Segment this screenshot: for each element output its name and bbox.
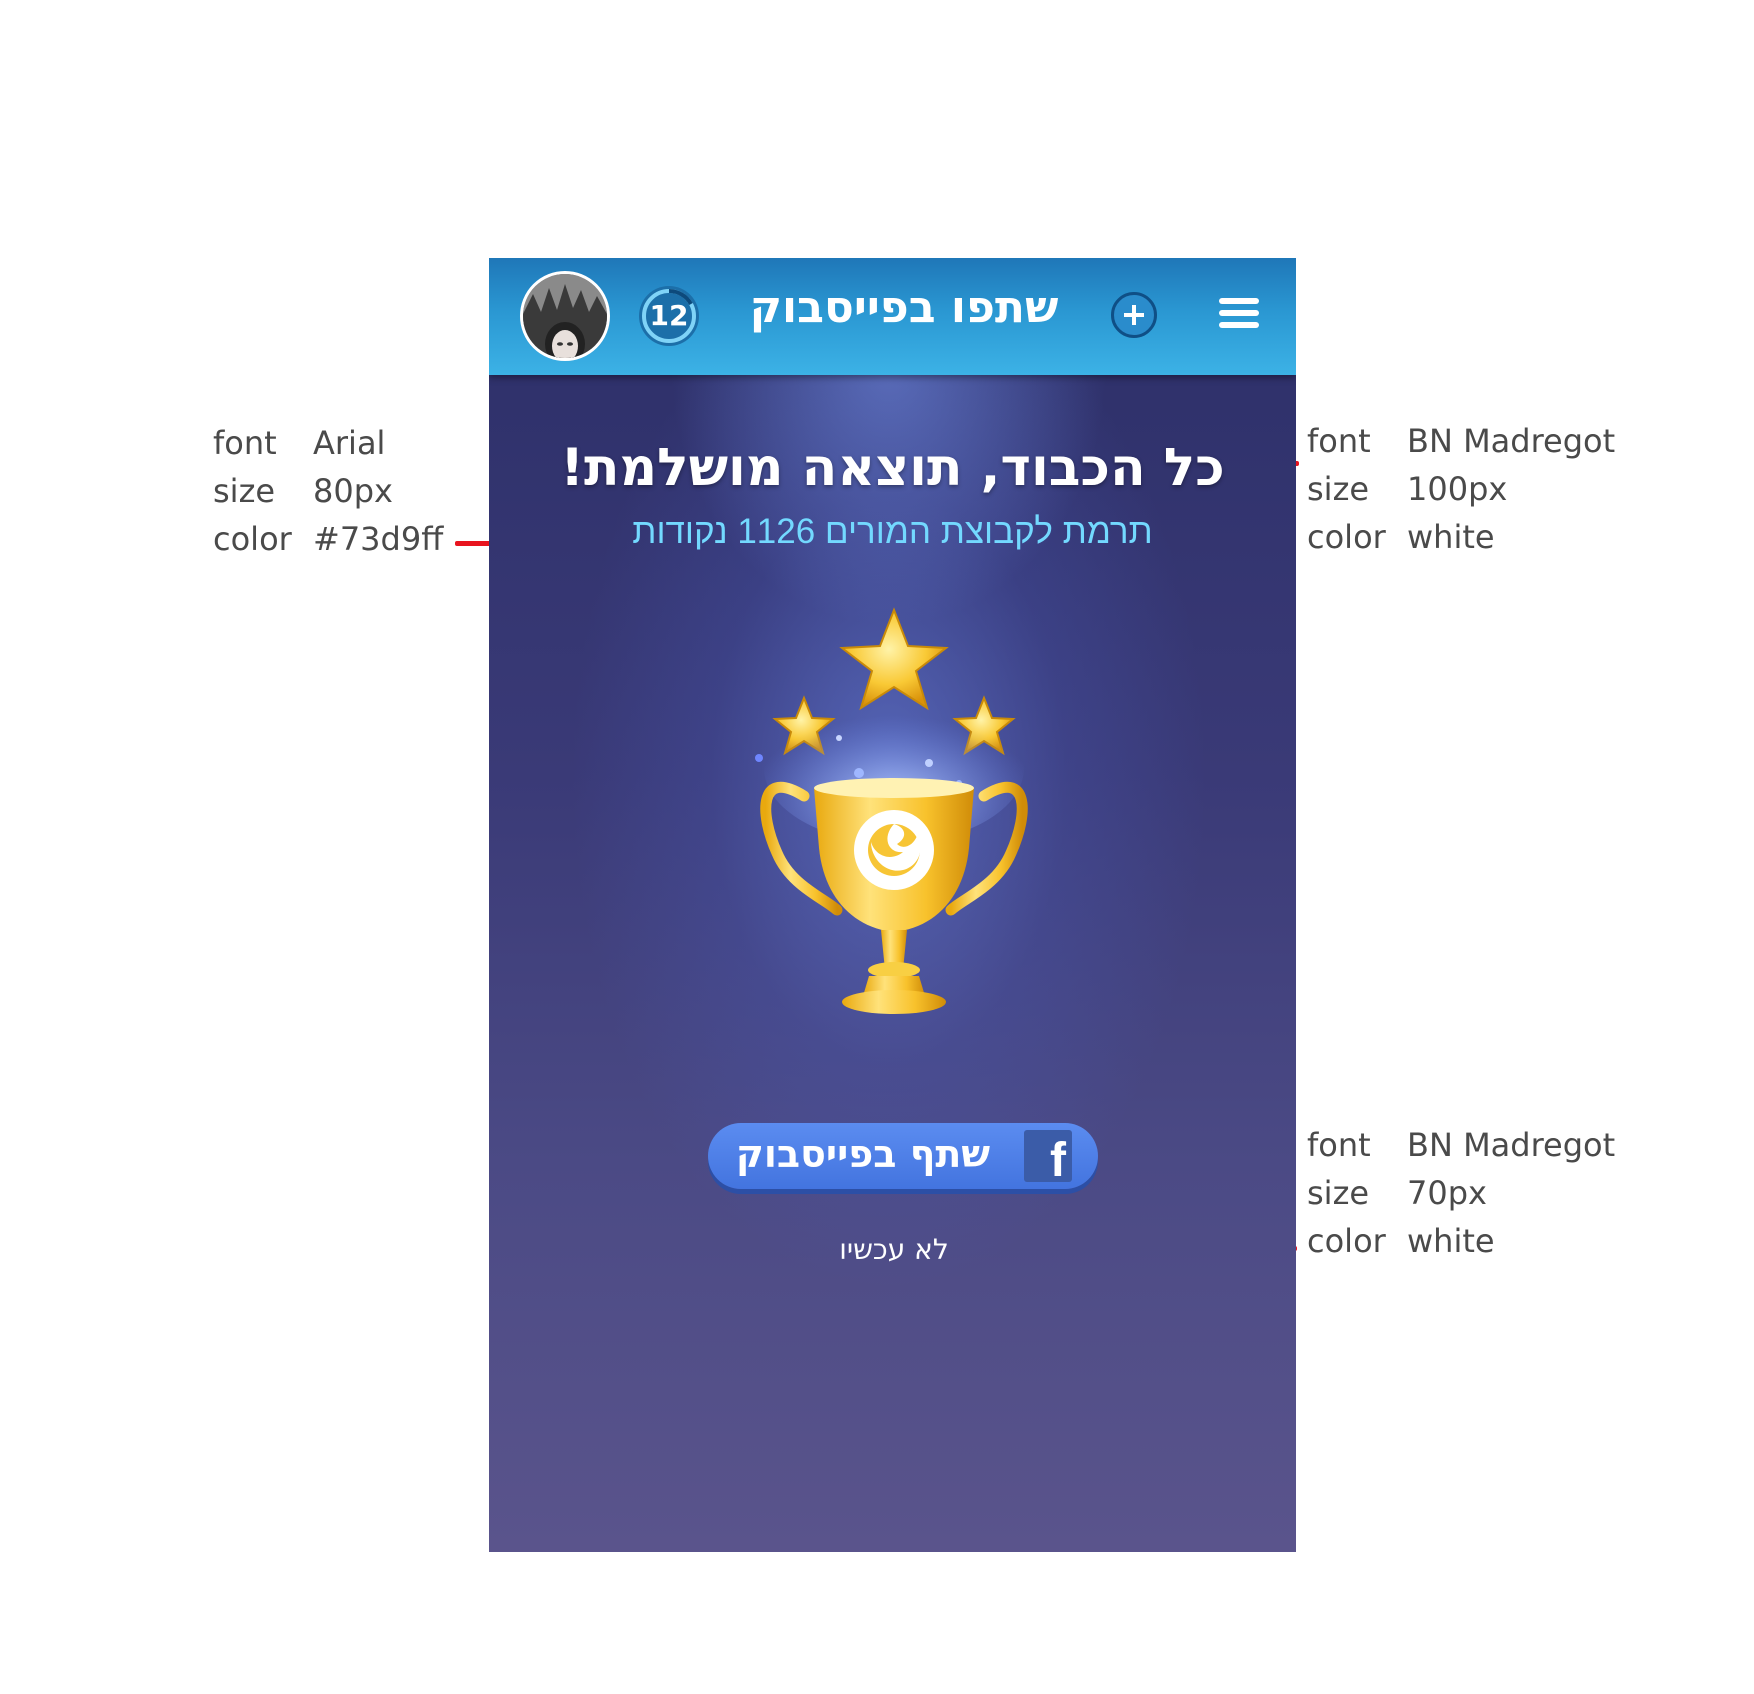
annotation-subheading: font Arial size 80px color #73d9ff bbox=[213, 419, 443, 563]
annotation-size-key: size bbox=[1307, 470, 1370, 508]
trophy-icon bbox=[755, 607, 1028, 1014]
annotation-size-value: 80px bbox=[313, 472, 393, 510]
annotation-heading: font BN Madregot size 100px color white bbox=[1307, 417, 1615, 561]
annotation-font-value: BN Madregot bbox=[1407, 1126, 1616, 1164]
annotation-color-key: color bbox=[1307, 1222, 1386, 1260]
menu-icon[interactable] bbox=[1219, 298, 1259, 334]
annotation-font-value: BN Madregot bbox=[1407, 422, 1616, 460]
points-subheading: תרמת לקבוצת המורים 1126 נקודות bbox=[632, 512, 1153, 551]
facebook-icon-letter: f bbox=[1050, 1134, 1066, 1182]
annotation-skip-link: font BN Madregot size 70px color white bbox=[1307, 1121, 1615, 1265]
annotation-size-value: 70px bbox=[1407, 1174, 1487, 1212]
annotation-font-key: font bbox=[1307, 1126, 1371, 1164]
page-title: שתפו בפייסבוק bbox=[749, 282, 1059, 333]
level-counter-value: 12 bbox=[649, 299, 689, 332]
avatar[interactable] bbox=[520, 271, 610, 361]
annotation-font-value: Arial bbox=[313, 424, 386, 462]
annotation-color-value: #73d9ff bbox=[313, 520, 444, 558]
share-facebook-button[interactable]: שתף בפייסבוק f bbox=[708, 1123, 1098, 1189]
annotation-color-key: color bbox=[1307, 518, 1386, 556]
level-counter-icon[interactable]: 12 bbox=[639, 286, 699, 346]
annotation-size-key: size bbox=[1307, 1174, 1370, 1212]
annotation-color-value: white bbox=[1407, 518, 1495, 556]
annotation-font-key: font bbox=[1307, 422, 1371, 460]
congrats-heading: כל הכבוד, תוצאה מושלמת! bbox=[560, 438, 1225, 498]
annotation-size-value: 100px bbox=[1407, 470, 1508, 508]
plus-icon[interactable] bbox=[1111, 292, 1157, 338]
top-bar: 12 שתפו בפייסבוק bbox=[489, 258, 1296, 375]
share-facebook-label: שתף בפייסבוק bbox=[735, 1132, 991, 1176]
not-now-link[interactable]: לא עכשיו bbox=[739, 1233, 1049, 1266]
facebook-icon: f bbox=[1024, 1130, 1072, 1182]
annotation-font-key: font bbox=[213, 424, 277, 462]
annotation-size-key: size bbox=[213, 472, 276, 510]
top-glow bbox=[669, 368, 1109, 628]
annotation-color-value: white bbox=[1407, 1222, 1495, 1260]
annotation-color-key: color bbox=[213, 520, 292, 558]
phone-screen: 12 שתפו בפייסבוק כל הכבוד, תוצאה מושלמת!… bbox=[489, 258, 1296, 1552]
